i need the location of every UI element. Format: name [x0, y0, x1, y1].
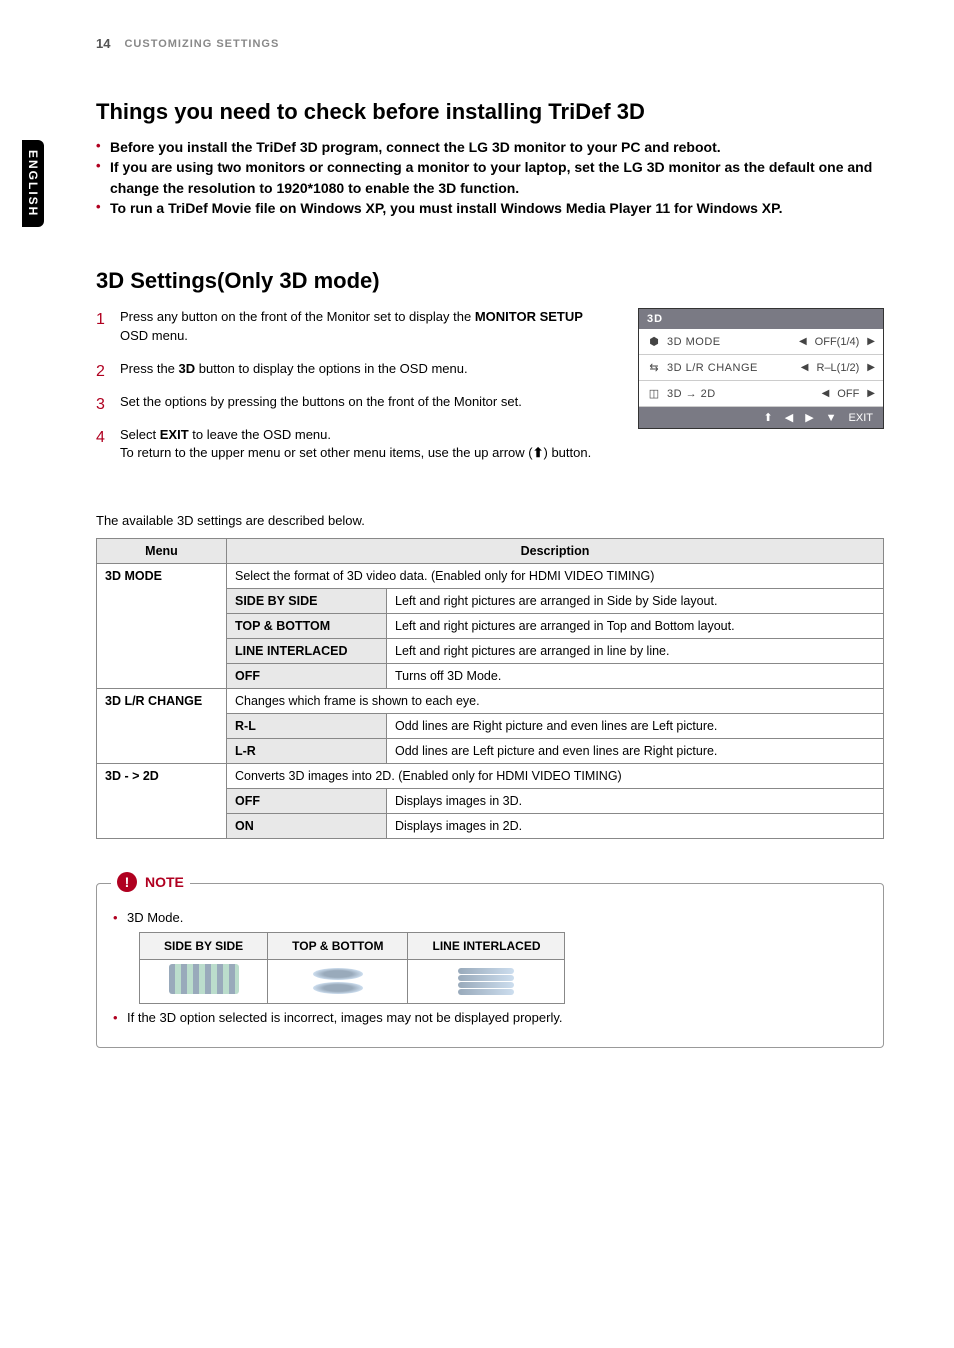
list-item: To run a TriDef Movie file on Windows XP…: [96, 198, 884, 218]
step-number: 1: [96, 308, 105, 331]
step-text: To return to the upper menu or set other…: [120, 445, 533, 460]
nav-up-icon[interactable]: ⬆: [764, 411, 773, 424]
convert-icon: ◫: [647, 387, 661, 400]
th-menu: Menu: [97, 539, 227, 564]
osd-label: 3D L/R CHANGE: [667, 362, 795, 374]
osd-value: OFF(1/4): [815, 336, 860, 348]
cell-key: OFF: [227, 789, 387, 814]
cell-desc: Select the format of 3D video data. (Ena…: [227, 564, 884, 589]
cell-key: TOP & BOTTOM: [227, 614, 387, 639]
step-text: Select: [120, 427, 160, 442]
list-item: If you are using two monitors or connect…: [96, 157, 884, 198]
cell-desc: Changes which frame is shown to each eye…: [227, 689, 884, 714]
nav-down-icon[interactable]: ▼: [826, 412, 837, 424]
th-description: Description: [227, 539, 884, 564]
right-arrow-icon[interactable]: ▶: [867, 336, 875, 347]
cell-lr-change: 3D L/R CHANGE: [97, 689, 227, 764]
note-box: ! NOTE 3D Mode. SIDE BY SIDE TOP & BOTTO…: [96, 883, 884, 1048]
cell-key: OFF: [227, 664, 387, 689]
osd-row-3d-2d[interactable]: ◫ 3D → 2D ◀ OFF ▶: [639, 381, 883, 407]
section1-title: Things you need to check before installi…: [96, 99, 884, 125]
osd-label: 3D MODE: [667, 336, 793, 348]
step-number: 2: [96, 360, 105, 383]
left-arrow-icon[interactable]: ◀: [799, 336, 807, 347]
step-text: to leave the OSD menu.: [189, 427, 331, 442]
nav-exit-button[interactable]: EXIT: [849, 412, 873, 424]
step-text: Press the: [120, 361, 179, 376]
cell-key: ON: [227, 814, 387, 839]
osd-label: 3D → 2D: [667, 388, 816, 400]
cell-val: Odd lines are Right picture and even lin…: [387, 714, 884, 739]
nav-left-icon[interactable]: ◀: [785, 411, 793, 424]
mode-icon: ⬢: [647, 335, 661, 348]
right-arrow-icon[interactable]: ▶: [867, 362, 875, 373]
cell-3d-mode: 3D MODE: [97, 564, 227, 689]
note-icon: !: [117, 872, 137, 892]
osd-nav-bar: ⬆ ◀ ▶ ▼ EXIT: [639, 407, 883, 428]
cell-key: R-L: [227, 714, 387, 739]
language-tab: ENGLISH: [22, 140, 44, 227]
osd-title: 3D: [639, 309, 883, 329]
list-item: Before you install the TriDef 3D program…: [96, 137, 884, 157]
nav-right-icon[interactable]: ▶: [805, 411, 813, 424]
cell-desc: Converts 3D images into 2D. (Enabled onl…: [227, 764, 884, 789]
top-bottom-icon: [292, 968, 383, 994]
mode-head: LINE INTERLACED: [408, 932, 565, 959]
settings-table: Menu Description 3D MODE Select the form…: [96, 538, 884, 839]
cell-val: Left and right pictures are arranged in …: [387, 589, 884, 614]
note-bullet: If the 3D option selected is incorrect, …: [113, 1008, 867, 1028]
step-strong: EXIT: [160, 427, 189, 442]
cell-val: Left and right pictures are arranged in …: [387, 614, 884, 639]
mode-table: SIDE BY SIDE TOP & BOTTOM LINE INTERLACE…: [139, 932, 565, 1004]
note-title: NOTE: [145, 874, 184, 890]
mode-cell: [408, 959, 565, 1003]
cell-key: L-R: [227, 739, 387, 764]
right-arrow-icon[interactable]: ▶: [867, 388, 875, 399]
osd-value: R–L(1/2): [817, 362, 860, 374]
step-number: 3: [96, 393, 105, 416]
step-strong: MONITOR SETUP: [475, 309, 583, 324]
mode-head: SIDE BY SIDE: [140, 932, 268, 959]
osd-panel: 3D ⬢ 3D MODE ◀ OFF(1/4) ▶ ⇆ 3D L/R CHANGE …: [638, 308, 884, 429]
left-arrow-icon[interactable]: ◀: [822, 388, 830, 399]
mode-head: TOP & BOTTOM: [268, 932, 408, 959]
step-3: 3 Set the options by pressing the button…: [96, 393, 608, 412]
steps-list: 1 Press any button on the front of the M…: [96, 308, 608, 463]
section1-bullets: Before you install the TriDef 3D program…: [96, 137, 884, 218]
step-text: ) button.: [544, 445, 592, 460]
cell-key: LINE INTERLACED: [227, 639, 387, 664]
step-text: Press any button on the front of the Mon…: [120, 309, 475, 324]
cell-3d-2d: 3D - > 2D: [97, 764, 227, 839]
step-4: 4 Select EXIT to leave the OSD menu. To …: [96, 426, 608, 464]
step-2: 2 Press the 3D button to display the opt…: [96, 360, 608, 379]
mode-cell: [140, 959, 268, 1003]
osd-row-3d-mode[interactable]: ⬢ 3D MODE ◀ OFF(1/4) ▶: [639, 329, 883, 355]
osd-value: OFF: [837, 388, 859, 400]
cell-val: Turns off 3D Mode.: [387, 664, 884, 689]
page-section: CUSTOMIZING SETTINGS: [124, 38, 279, 50]
cell-val: Displays images in 3D.: [387, 789, 884, 814]
left-arrow-icon[interactable]: ◀: [801, 362, 809, 373]
step-strong: 3D: [179, 361, 196, 376]
side-by-side-icon: [169, 964, 239, 994]
line-interlaced-icon: [432, 968, 540, 995]
mode-cell: [268, 959, 408, 1003]
step-number: 4: [96, 426, 105, 449]
section2-title: 3D Settings(Only 3D mode): [96, 268, 884, 294]
step-1: 1 Press any button on the front of the M…: [96, 308, 608, 346]
page-number: 14: [96, 36, 110, 51]
up-arrow-icon: ⬆: [533, 445, 544, 460]
cell-key: SIDE BY SIDE: [227, 589, 387, 614]
cell-val: Odd lines are Left picture and even line…: [387, 739, 884, 764]
note-bullet: 3D Mode. SIDE BY SIDE TOP & BOTTOM LINE …: [113, 908, 867, 1004]
available-settings-text: The available 3D settings are described …: [96, 513, 884, 528]
step-text: Set the options by pressing the buttons …: [120, 394, 522, 409]
note-text: 3D Mode.: [127, 910, 183, 925]
cell-val: Left and right pictures are arranged in …: [387, 639, 884, 664]
lr-icon: ⇆: [647, 361, 661, 374]
osd-row-lr-change[interactable]: ⇆ 3D L/R CHANGE ◀ R–L(1/2) ▶: [639, 355, 883, 381]
step-text: button to display the options in the OSD…: [195, 361, 467, 376]
step-text: OSD menu.: [120, 328, 188, 343]
cell-val: Displays images in 2D.: [387, 814, 884, 839]
